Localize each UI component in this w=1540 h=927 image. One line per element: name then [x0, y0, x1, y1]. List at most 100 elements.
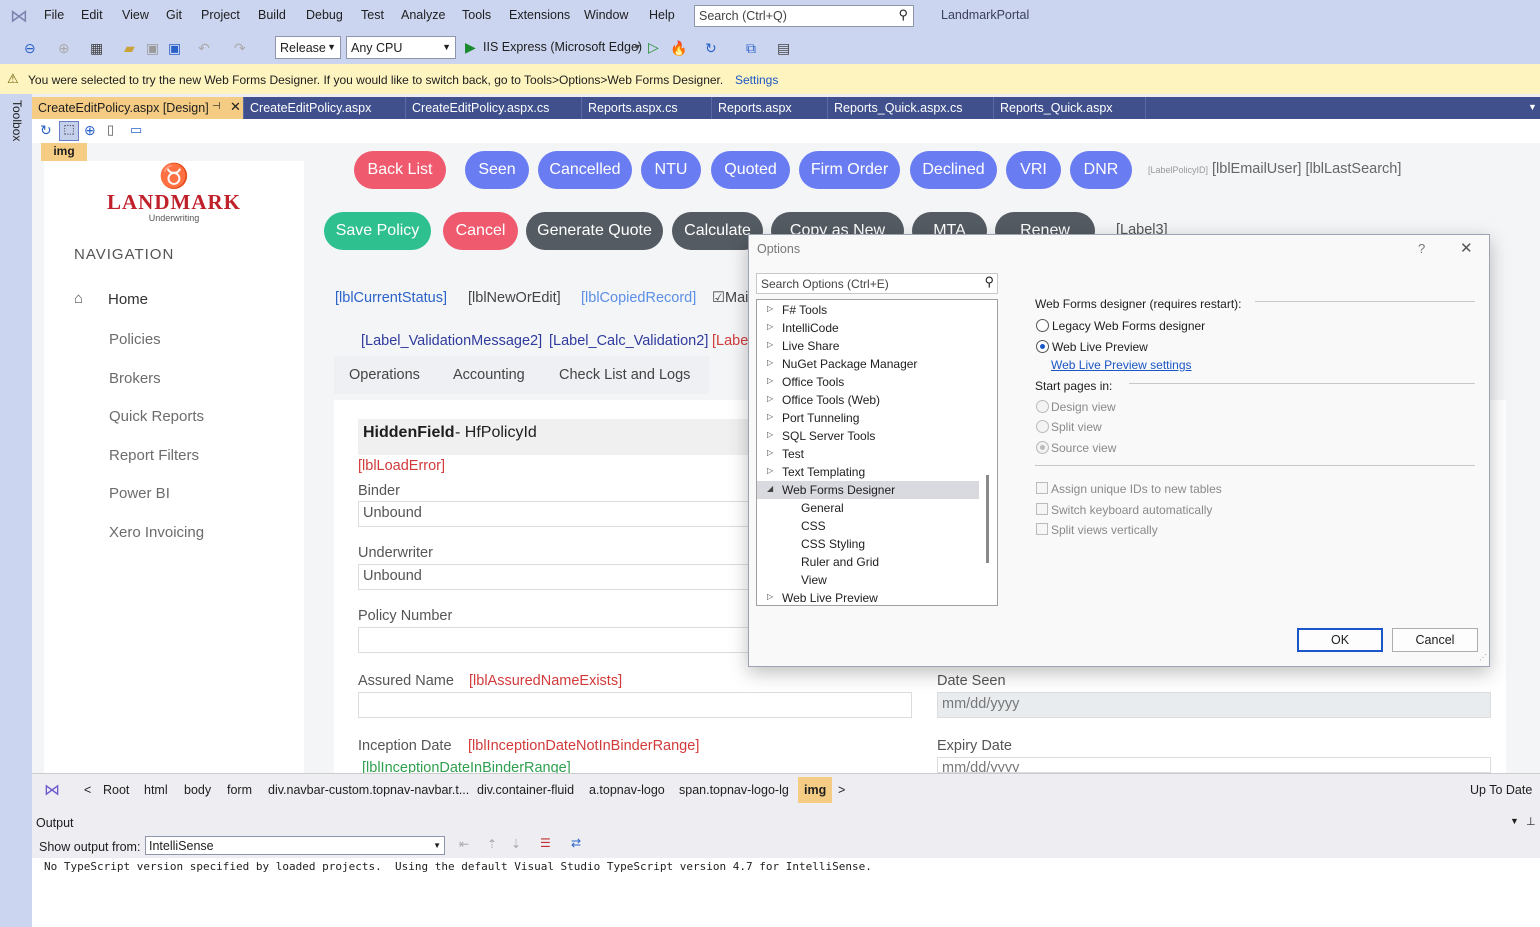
tab-reports-cs[interactable]: Reports.aspx.cs — [582, 97, 712, 119]
new-project-icon[interactable]: ▦ — [90, 40, 103, 57]
tab-reports-quick-aspx[interactable]: Reports_Quick.aspx — [994, 97, 1146, 119]
expand-icon[interactable]: ▷ — [767, 304, 773, 313]
legacy-designer-radio[interactable] — [1036, 319, 1049, 332]
split-view-radio[interactable] — [1036, 420, 1049, 433]
expand-icon[interactable]: ▷ — [767, 340, 773, 349]
global-search-input[interactable]: Search (Ctrl+Q) ⚲ — [694, 5, 914, 27]
find-message-icon[interactable]: ⇤ — [459, 837, 469, 851]
nav-power-bi[interactable]: Power BI — [109, 485, 170, 502]
binder-select[interactable]: Unbound — [358, 501, 758, 527]
menu-debug[interactable]: Debug — [306, 8, 343, 22]
design-view-label[interactable]: Design view — [1051, 400, 1116, 414]
device-icon[interactable]: ▭ — [130, 122, 142, 138]
expand-icon[interactable]: ▷ — [767, 448, 773, 457]
assign-ids-checkbox[interactable] — [1036, 482, 1048, 494]
expand-icon[interactable]: ▷ — [767, 322, 773, 331]
logo[interactable]: ♉ LANDMARK Underwriting — [106, 163, 242, 231]
tab-reports-aspx[interactable]: Reports.aspx — [712, 97, 828, 119]
configuration-dropdown[interactable]: Release ▼ — [275, 36, 341, 59]
back-icon[interactable]: ⊖ — [24, 40, 36, 57]
hot-reload-icon[interactable]: 🔥 — [670, 40, 687, 57]
options-search-input[interactable]: Search Options (Ctrl+E) ⚲ — [756, 273, 998, 294]
tab-check-list[interactable]: Check List and Logs — [559, 367, 690, 383]
clear-all-icon[interactable]: ☰ — [540, 836, 551, 850]
tree-text-templating[interactable]: ▷ Text Templating — [757, 463, 979, 481]
help-button[interactable]: ? — [1418, 241, 1425, 256]
pin-icon[interactable]: ⊣ — [212, 101, 221, 112]
crumb-topnav-logo[interactable]: a.topnav-logo — [589, 783, 665, 797]
tree-test[interactable]: ▷ Test — [757, 445, 979, 463]
tree-office-tools[interactable]: ▷ Office Tools — [757, 373, 979, 391]
close-icon[interactable]: ✕ — [1460, 239, 1473, 257]
run-dropdown-icon[interactable]: ▼ — [633, 42, 642, 52]
tree-ruler-grid[interactable]: Ruler and Grid — [757, 553, 979, 571]
toolbox-tab[interactable]: Toolbox — [10, 100, 24, 141]
tree-web-live-preview[interactable]: ▷ Web Live Preview — [757, 589, 979, 605]
next-message-icon[interactable]: ⇣ — [511, 837, 521, 851]
resize-grip-icon[interactable]: ⋰ — [1479, 653, 1487, 662]
output-text-area[interactable]: No TypeScript version specified by loade… — [32, 858, 1540, 927]
word-wrap-icon[interactable]: ⇄ — [571, 836, 581, 850]
pin-icon[interactable]: ⊥ — [1526, 815, 1536, 828]
menu-git[interactable]: Git — [166, 8, 182, 22]
assured-name-input[interactable] — [358, 692, 912, 718]
nav-policies[interactable]: Policies — [109, 331, 161, 348]
policy-number-input[interactable] — [358, 627, 758, 653]
crumb-logo-span[interactable]: span.topnav-logo-lg — [679, 783, 789, 797]
tree-office-tools-web[interactable]: ▷ Office Tools (Web) — [757, 391, 979, 409]
crumb-html[interactable]: html — [144, 783, 168, 797]
run-target-label[interactable]: IIS Express (Microsoft Edge) — [483, 40, 642, 54]
expand-icon[interactable]: ▷ — [767, 412, 773, 421]
output-source-select[interactable]: IntelliSense ▼ — [145, 836, 445, 855]
crumb-root[interactable]: Root — [103, 783, 129, 797]
generate-quote-button[interactable]: Generate Quote — [526, 212, 663, 250]
layout-icon[interactable]: ▤ — [777, 40, 790, 57]
tree-fsharp-tools[interactable]: ▷ F# Tools — [757, 301, 979, 319]
ntu-button[interactable]: NTU — [641, 151, 701, 189]
tree-view[interactable]: View — [757, 571, 979, 589]
breadcrumb-back-icon[interactable]: < — [84, 783, 91, 797]
web-live-preview-radio[interactable] — [1036, 340, 1049, 353]
expand-icon[interactable]: ▷ — [767, 592, 773, 601]
split-vertical-checkbox[interactable] — [1036, 523, 1048, 535]
nav-brokers[interactable]: Brokers — [109, 370, 161, 387]
globe-icon[interactable]: ⊕ — [84, 122, 96, 139]
cancelled-button[interactable]: Cancelled — [538, 151, 632, 189]
open-folder-icon[interactable]: ▰ — [124, 40, 135, 57]
document-icon[interactable]: ▯ — [107, 122, 114, 138]
expand-icon[interactable]: ▷ — [767, 466, 773, 475]
expiry-date-input[interactable]: mm/dd/yyyy — [937, 757, 1491, 773]
nav-quick-reports[interactable]: Quick Reports — [109, 408, 204, 425]
expand-icon[interactable]: ▷ — [767, 394, 773, 403]
cancel-button[interactable]: Cancel — [1392, 628, 1478, 652]
expand-icon[interactable]: ▷ — [767, 358, 773, 367]
select-element-icon[interactable]: ⬚ — [59, 121, 79, 141]
save-icon[interactable]: ▣ — [146, 40, 159, 57]
tree-live-share[interactable]: ▷ Live Share — [757, 337, 979, 355]
breadcrumb-forward-icon[interactable]: > — [838, 783, 845, 797]
tab-createeditpolicy-cs[interactable]: CreateEditPolicy.aspx.cs — [406, 97, 582, 119]
source-view-label[interactable]: Source view — [1051, 441, 1116, 455]
declined-button[interactable]: Declined — [910, 151, 997, 189]
menu-file[interactable]: File — [44, 8, 64, 22]
undo-icon[interactable]: ↶ — [198, 40, 210, 57]
crumb-form[interactable]: form — [227, 783, 252, 797]
settings-link[interactable]: Settings — [735, 73, 778, 87]
save-all-icon[interactable]: ▣ — [168, 40, 181, 57]
tab-createeditpolicy-design[interactable]: CreateEditPolicy.aspx [Design] ⊣ ✕ — [32, 97, 244, 119]
vri-button[interactable]: VRI — [1006, 151, 1061, 189]
web-live-preview-settings-link[interactable]: Web Live Preview settings — [1051, 358, 1192, 372]
tree-nuget[interactable]: ▷ NuGet Package Manager — [757, 355, 979, 373]
switch-keyboard-checkbox[interactable] — [1036, 503, 1048, 515]
tree-general[interactable]: General — [757, 499, 979, 517]
tree-web-forms-designer[interactable]: ◢ Web Forms Designer — [757, 481, 979, 499]
menu-window[interactable]: Window — [584, 8, 628, 22]
dnr-button[interactable]: DNR — [1070, 151, 1132, 189]
nav-xero-invoicing[interactable]: Xero Invoicing — [109, 524, 204, 541]
assign-ids-label[interactable]: Assign unique IDs to new tables — [1051, 482, 1222, 496]
switch-keyboard-label[interactable]: Switch keyboard automatically — [1051, 503, 1212, 517]
forward-icon[interactable]: ⊕ — [58, 40, 70, 57]
status-checkbox[interactable]: ☑Mai — [712, 290, 748, 306]
menu-view[interactable]: View — [122, 8, 149, 22]
panel-menu-icon[interactable]: ▼ — [1510, 816, 1519, 826]
